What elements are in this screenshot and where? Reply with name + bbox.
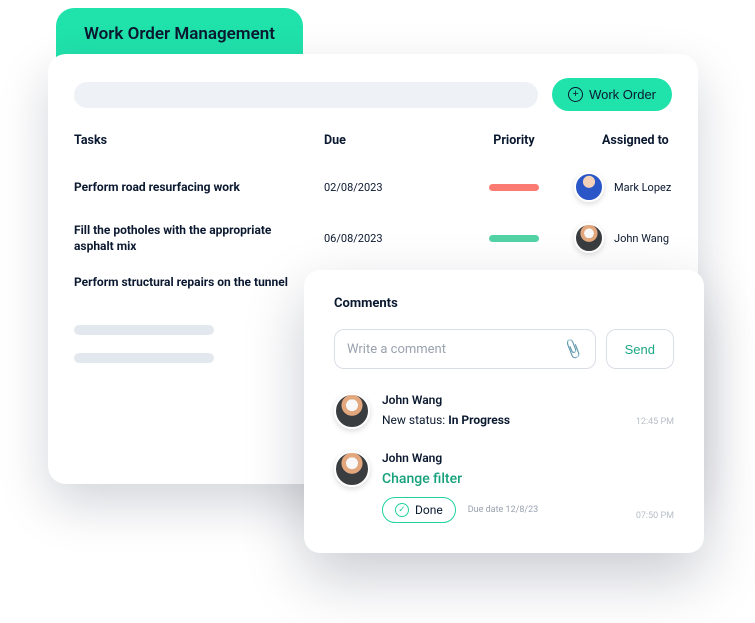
- col-due: Due: [324, 133, 454, 148]
- comment-placeholder: Write a comment: [347, 342, 446, 357]
- assignee-name: John Wang: [614, 232, 669, 245]
- col-tasks: Tasks: [74, 133, 324, 148]
- status-prefix: New status:: [382, 413, 448, 427]
- task-name: Fill the potholes with the appropriate a…: [74, 222, 324, 254]
- status-line: New status: In Progress: [382, 413, 674, 427]
- skeleton: [74, 353, 214, 363]
- page-title: Work Order Management: [84, 24, 275, 44]
- avatar: [334, 393, 370, 429]
- col-assigned: Assigned to: [574, 133, 672, 148]
- timestamp: 07:50 PM: [636, 511, 674, 521]
- send-button[interactable]: Send: [606, 329, 674, 369]
- priority-indicator: [454, 235, 574, 242]
- new-work-order-button[interactable]: + Work Order: [552, 78, 672, 111]
- comments-title: Comments: [334, 296, 674, 311]
- comments-panel: Comments Write a comment 📎 Send John Wan…: [304, 270, 704, 553]
- task-name: Perform road resurfacing work: [74, 179, 324, 195]
- assignee-name: Mark Lopez: [614, 181, 671, 194]
- comment-input-row: Write a comment 📎 Send: [334, 329, 674, 369]
- toolbar: + Work Order: [74, 78, 672, 111]
- due-date-label: Due date 12/8/23: [468, 505, 539, 515]
- done-row: ✓ Done Due date 12/8/23: [382, 497, 674, 523]
- done-label: Done: [415, 503, 443, 517]
- col-priority: Priority: [454, 133, 574, 148]
- timestamp: 12:45 PM: [636, 417, 674, 427]
- task-name: Perform structural repairs on the tunnel: [74, 274, 324, 290]
- task-due: 06/08/2023: [324, 232, 454, 245]
- paperclip-icon[interactable]: 📎: [561, 337, 585, 360]
- skeleton: [74, 325, 214, 335]
- priority-indicator: [454, 184, 574, 191]
- done-chip[interactable]: ✓ Done: [382, 497, 456, 523]
- table-row[interactable]: Fill the potholes with the appropriate a…: [74, 212, 672, 264]
- comment-author: John Wang: [382, 451, 674, 465]
- avatar: [574, 172, 604, 202]
- avatar: [574, 223, 604, 253]
- task-assignee: John Wang: [574, 223, 672, 253]
- send-label: Send: [625, 342, 655, 357]
- check-icon: ✓: [395, 503, 409, 517]
- comment-author: John Wang: [382, 393, 674, 407]
- comment-body: John Wang Change filter ✓ Done Due date …: [382, 451, 674, 523]
- plus-icon: +: [568, 87, 583, 102]
- task-assignee: Mark Lopez: [574, 172, 672, 202]
- comment-body: John Wang New status: In Progress: [382, 393, 674, 429]
- table-row[interactable]: Perform road resurfacing work 02/08/2023…: [74, 162, 672, 212]
- task-due: 02/08/2023: [324, 181, 454, 194]
- page-title-tab: Work Order Management: [56, 8, 303, 60]
- status-value: In Progress: [448, 413, 510, 427]
- avatar: [334, 451, 370, 487]
- comment-note: Change filter: [382, 471, 674, 487]
- comment-item: John Wang Change filter ✓ Done Due date …: [334, 451, 674, 523]
- search-input[interactable]: [74, 82, 538, 108]
- work-order-button-label: Work Order: [589, 87, 656, 102]
- comment-input[interactable]: Write a comment 📎: [334, 329, 596, 369]
- table-header: Tasks Due Priority Assigned to: [74, 133, 672, 148]
- comment-item: John Wang New status: In Progress 12:45 …: [334, 393, 674, 429]
